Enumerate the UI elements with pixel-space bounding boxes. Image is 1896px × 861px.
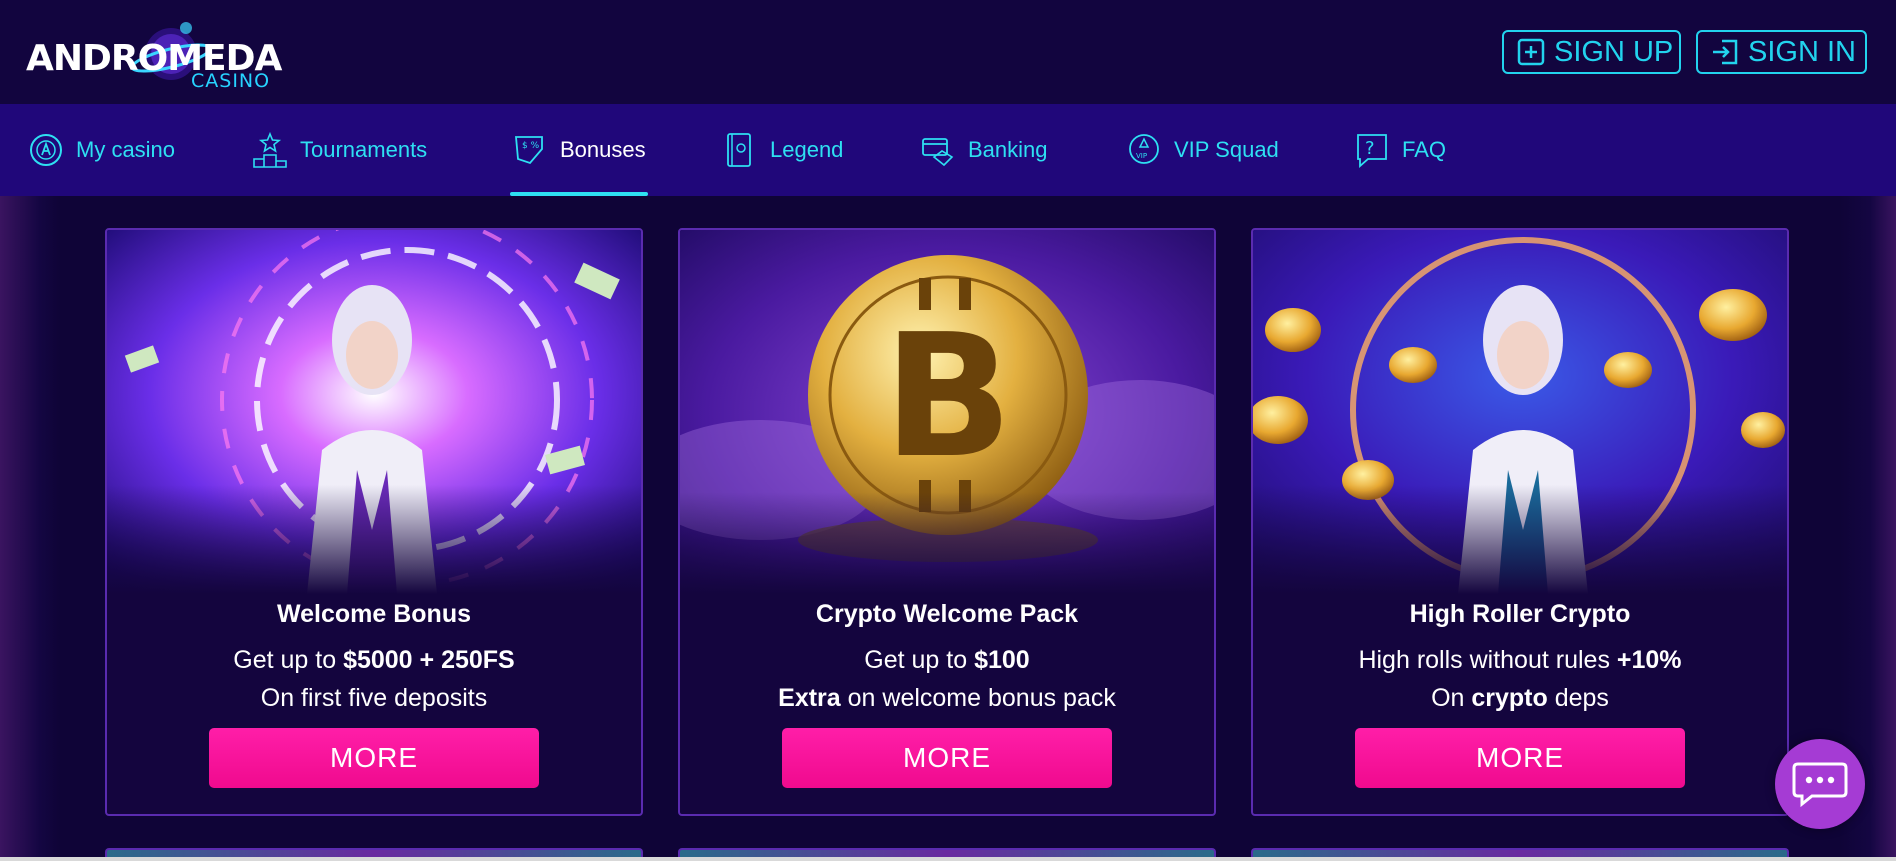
nav-item-my-casino[interactable]: My casino (28, 104, 175, 196)
more-button[interactable]: MORE (209, 728, 539, 788)
question-icon: ? (1357, 134, 1387, 168)
casino-chip-icon (30, 134, 62, 166)
podium-icon (253, 131, 287, 168)
nav-label: My casino (76, 137, 176, 162)
vip-badge-icon: VIP (1129, 134, 1159, 164)
nav-item-banking[interactable]: Banking (920, 104, 1048, 196)
high-roller-image (1253, 230, 1787, 594)
nav-item-legend[interactable]: Legend (722, 104, 843, 196)
nav-label: Tournaments (300, 137, 428, 162)
card-detail-line: On crypto deps (1431, 684, 1609, 712)
nav-label: Legend (770, 137, 844, 162)
login-arrow-icon (1713, 39, 1738, 65)
book-icon (727, 133, 751, 167)
bonus-list: Welcome Bonus Get up to $5000 + 250FS On… (0, 196, 1896, 861)
bonus-ticket-icon: $ % (515, 136, 543, 165)
header: ANDROMEDA CASINO SIGN UP SIGN IN (0, 0, 1896, 104)
live-chat-button[interactable] (1775, 739, 1865, 829)
svg-text:$ %: $ % (522, 141, 540, 151)
nav-item-faq[interactable]: ? FAQ (1354, 104, 1446, 196)
logo-subtitle: CASINO (191, 70, 271, 92)
bitcoin-coin-image: B (680, 230, 1214, 594)
card-title: Welcome Bonus (276, 600, 472, 628)
bonus-card-high-roller-crypto: High Roller Crypto High rolls without ru… (1251, 228, 1789, 816)
andromeda-casino-logo[interactable]: ANDROMEDA CASINO (26, 14, 286, 92)
nav-label: VIP Squad (1174, 137, 1279, 162)
welcome-bonus-image (107, 230, 641, 594)
sign-in-label: SIGN IN (1748, 35, 1856, 68)
card-icon (922, 138, 954, 167)
more-button[interactable]: MORE (1355, 728, 1685, 788)
sign-up-label: SIGN UP (1554, 35, 1674, 68)
card-offer-line: High rolls without rules +10% (1358, 646, 1682, 674)
nav-item-tournaments[interactable]: Tournaments (252, 104, 427, 196)
card-offer-line: Get up to $100 (864, 646, 1030, 674)
card-title: Crypto Welcome Pack (815, 600, 1079, 628)
card-detail-line: On first five deposits (260, 684, 488, 712)
more-button[interactable]: MORE (782, 728, 1112, 788)
svg-text:?: ? (1365, 138, 1375, 159)
svg-text:VIP: VIP (1136, 152, 1147, 160)
nav-label: Banking (968, 137, 1048, 162)
sign-in-button[interactable]: SIGN IN (1696, 30, 1867, 74)
nav-label: Bonuses (560, 137, 646, 162)
chat-bubble-icon (1792, 762, 1848, 808)
sign-up-button[interactable]: SIGN UP (1502, 30, 1681, 74)
nav-item-vip-squad[interactable]: VIP VIP Squad (1126, 104, 1279, 196)
bonus-card-crypto-welcome: B Crypto Welcome Pack Get up to $100 Ext… (678, 228, 1216, 816)
plus-box-icon (1517, 38, 1545, 66)
main-nav: My casino Tournaments $ % Bonuses Legend… (0, 104, 1896, 196)
bonus-card-welcome: Welcome Bonus Get up to $5000 + 250FS On… (105, 228, 643, 816)
browser-bottom-edge (0, 857, 1896, 861)
card-offer-line: Get up to $5000 + 250FS (233, 646, 515, 674)
nav-label: FAQ (1402, 137, 1447, 162)
card-detail-line: Extra on welcome bonus pack (778, 684, 1116, 712)
card-title: High Roller Crypto (1409, 600, 1631, 628)
nav-item-bonuses[interactable]: $ % Bonuses (510, 104, 648, 196)
